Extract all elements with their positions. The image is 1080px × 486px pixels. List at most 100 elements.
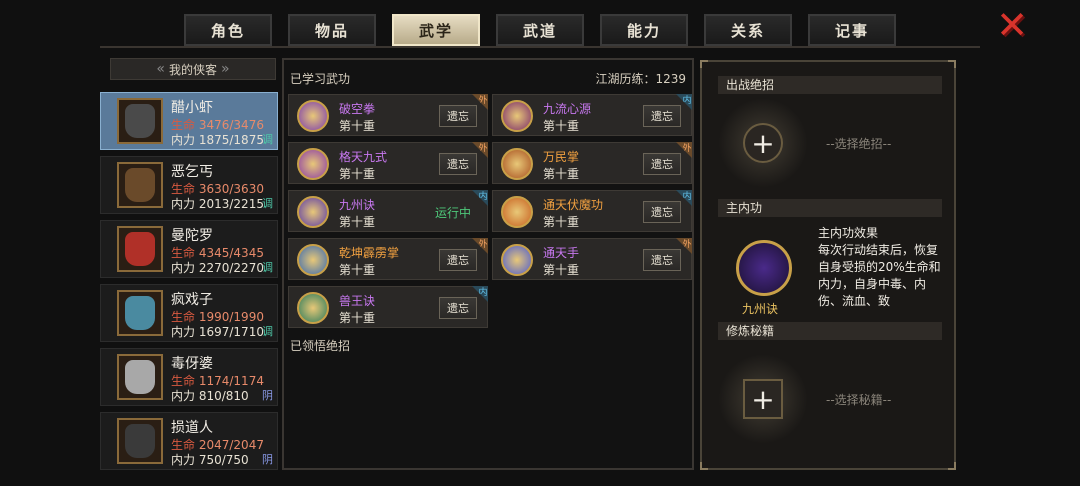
- heroes-header: « 我的侠客 »: [110, 58, 276, 80]
- hero-mp: 内力 1875/1875: [171, 133, 264, 147]
- tab-journal[interactable]: 记事: [808, 14, 896, 46]
- skill-name: 通天手: [543, 246, 580, 260]
- skill-card[interactable]: 九流心源 第十重 遗忘 内: [492, 94, 692, 136]
- hero-portrait: [117, 290, 163, 336]
- ultimate-select-hint[interactable]: --选择绝招--: [826, 135, 891, 152]
- avatar: [125, 104, 155, 138]
- skill-card[interactable]: 乾坤霹雳掌 第十重 遗忘 外: [288, 238, 488, 280]
- avatar: [125, 232, 155, 266]
- equip-panel: 出战绝招 + --选择绝招-- 主内功 九州诀 主内功效果 每次行动结束后，恢复…: [700, 60, 956, 470]
- hero-portrait: [117, 98, 163, 144]
- skill-name: 九州诀: [339, 198, 376, 212]
- hero-name: 醋小虾: [171, 100, 213, 116]
- tab-martial-arts[interactable]: 武学: [392, 14, 480, 46]
- panel-corner: [700, 462, 708, 470]
- skill-icon: [297, 196, 329, 228]
- skill-icon: [501, 100, 533, 132]
- panel-corner: [700, 60, 708, 68]
- forget-button[interactable]: 遗忘: [643, 249, 681, 271]
- tab-relations[interactable]: 关系: [704, 14, 792, 46]
- skill-level: 第十重: [543, 119, 580, 133]
- tab-character[interactable]: 角色: [184, 14, 272, 46]
- skill-name: 兽王诀: [339, 294, 376, 308]
- skill-icon: [297, 148, 329, 180]
- neigong-effect-text: 每次行动结束后，恢复自身受损的20%生命和内力，自身中毒、内伤、流血、致: [818, 243, 941, 308]
- hero-mp: 内力 810/810: [171, 389, 249, 403]
- forget-button[interactable]: 遗忘: [643, 201, 681, 223]
- skill-card[interactable]: 兽王诀 第十重 遗忘 内: [288, 286, 488, 328]
- manual-select-hint[interactable]: --选择秘籍--: [826, 391, 891, 408]
- skill-level: 第十重: [543, 215, 580, 229]
- tab-divider: [100, 46, 980, 48]
- skill-card[interactable]: 破空拳 第十重 遗忘 外: [288, 94, 488, 136]
- hero-tag: 阴: [262, 389, 273, 402]
- panel-corner: [948, 60, 956, 68]
- avatar: [125, 168, 155, 202]
- hero-tag: 调: [262, 325, 273, 338]
- skill-level: 第十重: [543, 167, 580, 181]
- top-tab-bar: 角色 物品 武学 武道 能力 关系 记事: [184, 14, 896, 46]
- avatar: [125, 360, 155, 394]
- skill-level: 第十重: [339, 119, 376, 133]
- experience-label: 江湖历练：1239: [595, 72, 686, 86]
- neigong-effect-title: 主内功效果: [818, 226, 879, 240]
- hero-mp: 内力 1697/1710: [171, 325, 264, 339]
- ultimate-slot-plus-icon[interactable]: +: [743, 123, 783, 163]
- hero-tag: 调: [262, 197, 273, 210]
- chevron-left-icon[interactable]: «: [156, 61, 165, 77]
- skill-card[interactable]: 万民掌 第十重 遗忘 外: [492, 142, 692, 184]
- hero-name: 曼陀罗: [171, 228, 213, 244]
- skill-icon: [297, 292, 329, 324]
- heroes-header-label: 我的侠客: [168, 62, 217, 77]
- skill-icon: [501, 148, 533, 180]
- forget-button[interactable]: 遗忘: [439, 297, 477, 319]
- hero-card[interactable]: 疯戏子 生命 1990/1990 内力 1697/1710 调: [100, 284, 278, 342]
- hero-portrait: [117, 354, 163, 400]
- tab-abilities[interactable]: 能力: [600, 14, 688, 46]
- hero-mp: 内力 750/750: [171, 453, 249, 467]
- hero-portrait: [117, 162, 163, 208]
- hero-tag: 阴: [262, 453, 273, 466]
- skill-level: 第十重: [339, 263, 376, 277]
- hero-card[interactable]: 醋小虾 生命 3476/3476 内力 1875/1875 调: [100, 92, 278, 150]
- forget-button[interactable]: 遗忘: [643, 105, 681, 127]
- skill-card[interactable]: 通天手 第十重 遗忘 外: [492, 238, 692, 280]
- forget-button[interactable]: 遗忘: [643, 153, 681, 175]
- skill-name: 万民掌: [543, 150, 580, 164]
- manual-section-title: 修炼秘籍: [718, 322, 942, 340]
- skill-card[interactable]: 格天九式 第十重 遗忘 外: [288, 142, 488, 184]
- tab-items[interactable]: 物品: [288, 14, 376, 46]
- hero-card[interactable]: 恶乞丐 生命 3630/3630 内力 2013/2215 调: [100, 156, 278, 214]
- skill-level: 第十重: [339, 167, 376, 181]
- skill-card[interactable]: 九州诀 第十重 运行中 内: [288, 190, 488, 232]
- neigong-skill-icon[interactable]: [736, 240, 792, 296]
- skill-level: 第十重: [339, 215, 376, 229]
- neigong-section-title: 主内功: [718, 199, 942, 217]
- panel-corner: [948, 462, 956, 470]
- learned-skills-title: 已学习武功: [290, 72, 351, 86]
- forget-button[interactable]: 遗忘: [439, 249, 477, 271]
- mastered-moves-title: 已领悟绝招: [290, 339, 351, 353]
- chevron-right-icon[interactable]: »: [221, 61, 230, 77]
- tab-martial-way[interactable]: 武道: [496, 14, 584, 46]
- forget-button[interactable]: 遗忘: [439, 153, 477, 175]
- forget-button[interactable]: 遗忘: [439, 105, 477, 127]
- skill-icon: [501, 196, 533, 228]
- hero-name: 疯戏子: [171, 292, 213, 308]
- skill-name: 格天九式: [339, 150, 388, 164]
- skill-name: 破空拳: [339, 102, 376, 116]
- hero-tag: 调: [262, 261, 273, 274]
- skill-name: 通天伏魔功: [543, 198, 604, 212]
- hero-card[interactable]: 损道人 生命 2047/2047 内力 750/750 阴: [100, 412, 278, 470]
- hero-name: 毒伢婆: [171, 356, 213, 372]
- running-status: 运行中: [434, 206, 471, 220]
- hero-tag: 调: [262, 133, 273, 146]
- hero-card[interactable]: 毒伢婆 生命 1174/1174 内力 810/810 阴: [100, 348, 278, 406]
- hero-card[interactable]: 曼陀罗 生命 4345/4345 内力 2270/2270 调: [100, 220, 278, 278]
- skill-card[interactable]: 通天伏魔功 第十重 遗忘 内: [492, 190, 692, 232]
- skill-icon: [501, 244, 533, 276]
- close-icon[interactable]: ✕: [994, 6, 1030, 44]
- skill-level: 第十重: [543, 263, 580, 277]
- manual-slot-plus-icon[interactable]: +: [743, 379, 783, 419]
- neigong-skill-name: 九州诀: [742, 302, 779, 316]
